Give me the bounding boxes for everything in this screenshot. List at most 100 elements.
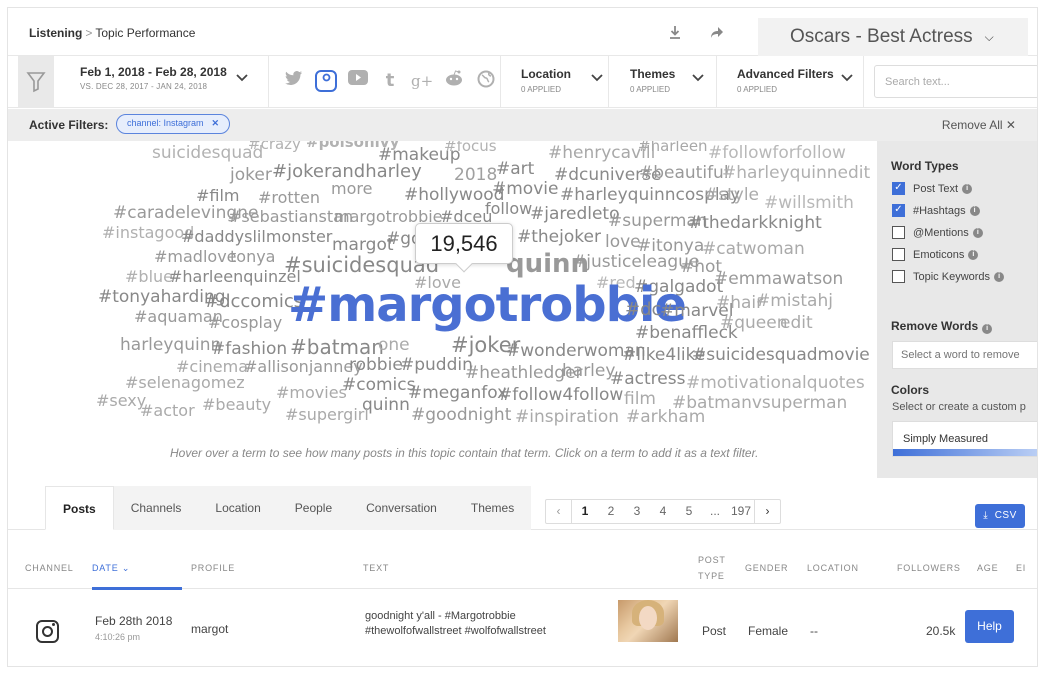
word-term[interactable]: #beauty: [202, 397, 271, 413]
column-header-followers[interactable]: FOLLOWERS: [897, 563, 961, 573]
column-header-extra[interactable]: EI: [1016, 563, 1026, 573]
word-term[interactable]: #movies: [276, 385, 347, 401]
word-term[interactable]: #queen: [720, 315, 788, 332]
tab-location[interactable]: Location: [198, 486, 277, 530]
tab-posts[interactable]: Posts: [45, 486, 114, 530]
word-term[interactable]: film: [624, 391, 656, 408]
close-icon[interactable]: ✕: [212, 115, 220, 133]
date-range-picker[interactable]: Feb 1, 2018 - Feb 28, 2018 VS. DEC 28, 2…: [80, 65, 227, 91]
word-term[interactable]: love: [605, 234, 641, 251]
word-term[interactable]: #harleyquinnedit: [722, 165, 870, 182]
chevron-down-icon[interactable]: [236, 73, 248, 85]
column-header-channel[interactable]: CHANNEL: [25, 563, 74, 573]
checkbox-post-text[interactable]: ✓ Post Text i: [892, 182, 973, 195]
checkbox-unchecked[interactable]: [892, 270, 905, 283]
location-filter[interactable]: Location 0 APPLIED: [521, 67, 603, 94]
topic-selector[interactable]: Oscars - Best Actress ⌵: [758, 18, 1028, 56]
column-header-profile[interactable]: PROFILE: [191, 563, 235, 573]
page-button[interactable]: 197: [728, 500, 754, 523]
word-term[interactable]: #emmawatson: [714, 271, 843, 288]
breadcrumb-root[interactable]: Listening: [29, 26, 82, 40]
word-term[interactable]: #actor: [140, 403, 195, 419]
google-plus-icon[interactable]: g+: [411, 70, 433, 92]
word-term[interactable]: #mistahj: [756, 293, 833, 310]
color-scheme-selector[interactable]: Simply Measured: [892, 421, 1037, 457]
page-button[interactable]: 3: [624, 500, 650, 523]
word-term[interactable]: #followforfollow: [708, 145, 846, 162]
csv-export-button[interactable]: ⤓ CSV: [975, 504, 1025, 528]
word-term[interactable]: #movie: [492, 181, 558, 198]
word-term[interactable]: #willsmith: [764, 195, 854, 212]
word-term[interactable]: 2018: [454, 167, 497, 184]
word-term[interactable]: #focus: [444, 141, 497, 154]
word-term[interactable]: #harleen: [638, 141, 708, 154]
word-term[interactable]: #rotten: [258, 190, 320, 206]
column-header-post-type-2[interactable]: TYPE: [698, 571, 725, 581]
word-term[interactable]: more: [331, 181, 372, 197]
word-term[interactable]: #suicidesquadmovie: [692, 347, 870, 364]
page-button[interactable]: 2: [598, 500, 624, 523]
column-header-gender[interactable]: GENDER: [745, 563, 788, 573]
tab-people[interactable]: People: [278, 486, 349, 530]
word-term[interactable]: #thedarkknight: [688, 215, 822, 232]
word-term[interactable]: #supergirl: [285, 407, 369, 423]
info-icon[interactable]: i: [994, 271, 1005, 282]
column-header-age[interactable]: AGE: [977, 563, 998, 573]
word-term[interactable]: #style: [704, 187, 759, 204]
word-term[interactable]: #thejoker: [517, 229, 601, 246]
word-term[interactable]: joker: [230, 167, 272, 184]
column-header-location[interactable]: LOCATION: [807, 563, 859, 573]
page-button-current[interactable]: 1: [572, 500, 598, 523]
word-term[interactable]: one: [378, 337, 410, 354]
word-term[interactable]: #goodnight: [411, 407, 511, 424]
page-button[interactable]: 5: [676, 500, 702, 523]
word-term[interactable]: #allisonjanney: [244, 359, 363, 375]
checkbox-unchecked[interactable]: [892, 248, 905, 261]
word-term[interactable]: #catwoman: [702, 241, 805, 258]
instagram-icon[interactable]: [315, 70, 337, 92]
advanced-filters[interactable]: Advanced Filters 0 APPLIED: [737, 67, 853, 94]
word-term[interactable]: #harleenquinzel: [169, 269, 301, 285]
word-term[interactable]: #meganfox: [408, 385, 507, 402]
checkbox-topic-keywords[interactable]: Topic Keywords i: [892, 270, 1005, 283]
next-page-button[interactable]: ›: [754, 500, 780, 523]
info-icon[interactable]: i: [982, 324, 993, 334]
checkbox-unchecked[interactable]: [892, 226, 905, 239]
word-term[interactable]: #daddyslilmonster: [181, 229, 332, 245]
youtube-icon[interactable]: [347, 70, 369, 92]
info-icon[interactable]: i: [969, 205, 980, 216]
info-icon[interactable]: i: [968, 249, 979, 260]
word-term[interactable]: #batman: [290, 337, 384, 357]
post-profile[interactable]: margot: [191, 622, 228, 636]
word-term[interactable]: #dc: [625, 301, 661, 319]
word-term[interactable]: follow: [485, 201, 532, 217]
web-icon[interactable]: [475, 70, 497, 92]
word-term[interactable]: edit: [780, 315, 813, 332]
word-term[interactable]: #follow4follow: [498, 387, 623, 404]
info-icon[interactable]: i: [962, 183, 973, 194]
word-term[interactable]: #selenagomez: [125, 375, 245, 391]
tab-channels[interactable]: Channels: [114, 486, 199, 530]
word-term[interactable]: #sexy: [96, 393, 146, 409]
word-term[interactable]: #inspiration: [515, 409, 619, 426]
word-term[interactable]: #comics: [342, 377, 415, 394]
word-term[interactable]: tonya: [230, 249, 275, 265]
info-icon[interactable]: i: [972, 227, 983, 238]
filter-toggle[interactable]: [18, 56, 54, 108]
share-icon[interactable]: [708, 24, 726, 42]
word-term[interactable]: #arkham: [626, 409, 705, 426]
column-header-date[interactable]: DATE ⌄: [92, 563, 130, 574]
previous-page-button[interactable]: ‹: [546, 500, 572, 523]
tumblr-icon[interactable]: t: [379, 70, 401, 92]
word-term[interactable]: margot: [332, 237, 394, 254]
post-thumbnail[interactable]: [618, 600, 678, 642]
column-header-text[interactable]: TEXT: [363, 563, 389, 573]
search-input[interactable]: [874, 65, 1037, 98]
word-term[interactable]: #puddin: [400, 357, 473, 374]
tab-conversation[interactable]: Conversation: [349, 486, 454, 530]
word-term[interactable]: #jaredleto: [530, 206, 620, 223]
tab-themes[interactable]: Themes: [454, 486, 531, 530]
reddit-icon[interactable]: [443, 70, 465, 92]
word-term[interactable]: #film: [196, 188, 240, 204]
word-term[interactable]: harley: [562, 363, 615, 380]
